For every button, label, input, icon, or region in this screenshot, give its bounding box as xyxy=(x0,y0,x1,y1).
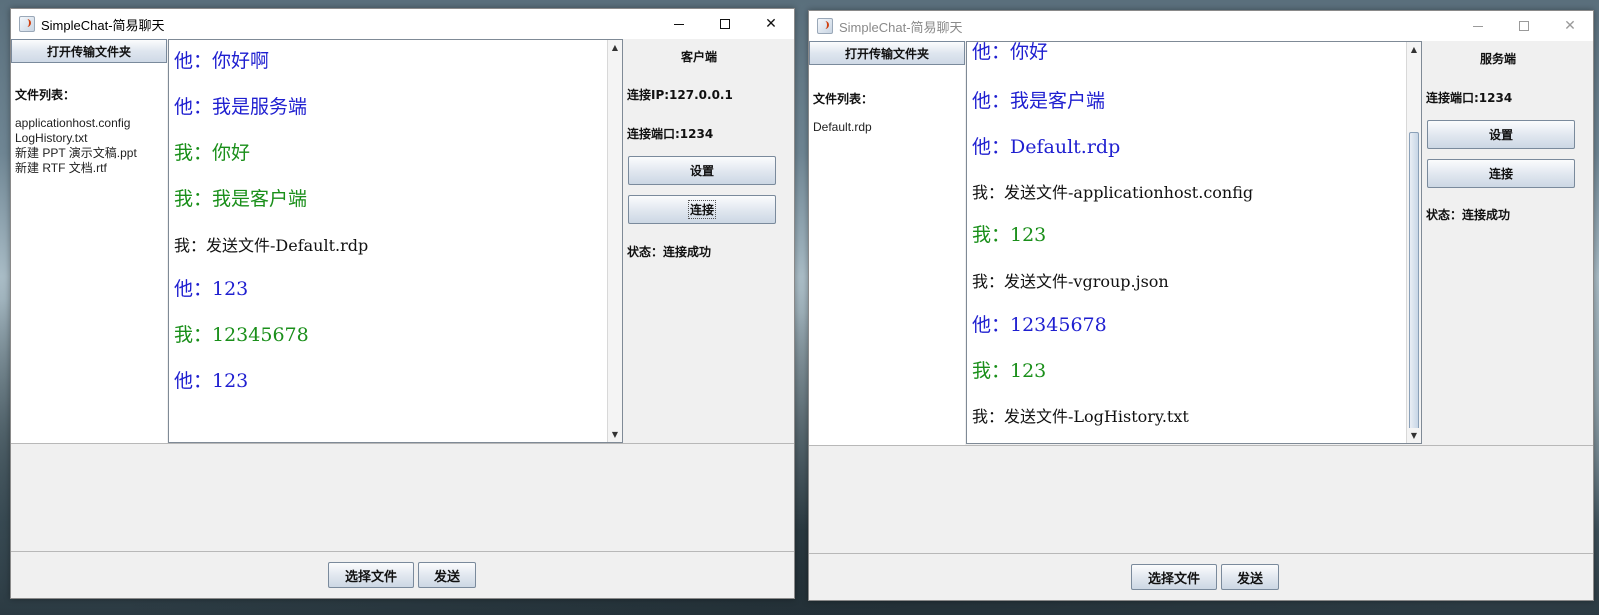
minimize-icon xyxy=(1473,25,1483,27)
status-label: 状态：连接成功 xyxy=(1426,208,1511,222)
chat-message: 他：你好 xyxy=(972,41,1049,63)
message-input[interactable] xyxy=(11,443,794,552)
close-button[interactable]: ✕ xyxy=(748,9,794,39)
close-icon: ✕ xyxy=(1564,18,1576,34)
role-title: 服务端 xyxy=(1480,52,1517,66)
chat-message: 他：123 xyxy=(174,370,249,392)
chat-message: 我：发送文件-Default.rdp xyxy=(174,236,369,255)
choose-file-button[interactable]: 选择文件 xyxy=(328,562,414,588)
chat-message: 他：12345678 xyxy=(972,314,1107,336)
scroll-thumb[interactable] xyxy=(1409,132,1419,430)
connection-panel: 客户端 连接IP:127.0.0.1 连接端口:1234 设置 连接 状态：连接… xyxy=(625,39,793,443)
open-folder-button[interactable]: 打开传输文件夹 xyxy=(809,41,965,65)
send-button[interactable]: 发送 xyxy=(418,562,476,588)
file-list-item[interactable]: applicationhost.config xyxy=(15,116,137,131)
chat-message: 我：发送文件-applicationhost.config xyxy=(972,183,1254,202)
scroll-up-icon[interactable]: ▲ xyxy=(1407,42,1421,57)
ip-label: 连接IP:127.0.0.1 xyxy=(627,88,733,102)
chat-message: 他：我是客户端 xyxy=(972,90,1106,112)
bottom-bar: 选择文件 发送 xyxy=(809,554,1593,600)
file-list-item[interactable]: 新建 RTF 文档.rtf xyxy=(15,161,137,176)
chat-message: 我：123 xyxy=(972,224,1047,246)
connect-button[interactable]: 连接 xyxy=(1427,159,1575,188)
file-list: applicationhost.config LogHistory.txt 新建… xyxy=(15,116,137,176)
connection-panel: 服务端 连接端口:1234 设置 连接 状态：连接成功 xyxy=(1424,41,1592,444)
file-list-item[interactable]: 新建 PPT 演示文稿.ppt xyxy=(15,146,137,161)
maximize-button[interactable] xyxy=(702,9,748,39)
scroll-down-icon[interactable]: ▼ xyxy=(1407,428,1421,443)
scroll-down-icon[interactable]: ▼ xyxy=(608,427,622,442)
chat-message: 我：123 xyxy=(972,360,1047,382)
server-titlebar[interactable]: SimpleChat-简易聊天 ✕ xyxy=(809,11,1593,41)
client-window: SimpleChat-简易聊天 ✕ 打开传输文件夹 文件列表： applicat… xyxy=(10,8,795,599)
scroll-up-icon[interactable]: ▲ xyxy=(608,40,622,55)
connect-button-label: 连接 xyxy=(687,200,716,219)
choose-file-button[interactable]: 选择文件 xyxy=(1131,564,1217,590)
close-icon: ✕ xyxy=(765,16,777,32)
minimize-button[interactable] xyxy=(1455,11,1501,41)
maximize-icon xyxy=(1519,21,1529,31)
chat-message: 他：我是服务端 xyxy=(174,96,308,118)
file-panel: 打开传输文件夹 文件列表： applicationhost.config Log… xyxy=(11,39,167,443)
close-button[interactable]: ✕ xyxy=(1547,11,1593,41)
chat-message: 我：发送文件-vgroup.json xyxy=(972,272,1169,291)
file-panel: 打开传输文件夹 文件列表： Default.rdp xyxy=(809,41,965,445)
chat-scrollbar[interactable]: ▲ ▼ xyxy=(607,40,622,442)
settings-button[interactable]: 设置 xyxy=(628,156,776,185)
minimize-icon xyxy=(674,23,684,25)
server-window: SimpleChat-简易聊天 ✕ 打开传输文件夹 文件列表： Default.… xyxy=(808,10,1594,601)
bottom-bar: 选择文件 发送 xyxy=(11,552,794,598)
chat-message: 我：你好 xyxy=(174,142,251,164)
file-list-item[interactable]: Default.rdp xyxy=(813,120,872,135)
settings-button-label: 设置 xyxy=(1488,128,1513,142)
file-list: Default.rdp xyxy=(813,120,872,135)
chat-scrollbar[interactable]: ▲ ▼ xyxy=(1406,42,1421,443)
maximize-button[interactable] xyxy=(1501,11,1547,41)
chat-message: 他：123 xyxy=(174,278,249,300)
chat-message: 我：我是客户端 xyxy=(174,188,308,210)
chat-message: 他：Default.rdp xyxy=(972,136,1121,158)
settings-button-label: 设置 xyxy=(689,164,714,178)
window-title: SimpleChat-简易聊天 xyxy=(839,19,963,35)
window-title: SimpleChat-简易聊天 xyxy=(41,17,165,33)
chat-history[interactable]: 他：你好 他：我是客户端 他：Default.rdp 我：发送文件-applic… xyxy=(966,41,1422,444)
chat-message: 我：发送文件-LogHistory.txt xyxy=(972,407,1189,426)
file-list-label: 文件列表： xyxy=(813,92,874,106)
java-cup-icon xyxy=(19,16,35,32)
java-cup-icon xyxy=(817,18,833,34)
settings-button[interactable]: 设置 xyxy=(1427,120,1575,149)
connect-button[interactable]: 连接 xyxy=(628,195,776,224)
role-title: 客户端 xyxy=(681,50,718,64)
port-label: 连接端口:1234 xyxy=(1426,91,1513,105)
send-button[interactable]: 发送 xyxy=(1221,564,1279,590)
file-list-item[interactable]: LogHistory.txt xyxy=(15,131,137,146)
client-titlebar[interactable]: SimpleChat-简易聊天 ✕ xyxy=(11,9,794,39)
minimize-button[interactable] xyxy=(656,9,702,39)
message-input[interactable] xyxy=(809,445,1593,554)
maximize-icon xyxy=(720,19,730,29)
file-list-label: 文件列表： xyxy=(15,88,76,102)
port-label: 连接端口:1234 xyxy=(627,127,714,141)
chat-message: 我：12345678 xyxy=(174,324,309,346)
connect-button-label: 连接 xyxy=(1488,167,1513,181)
chat-message: 他：你好啊 xyxy=(174,50,270,72)
open-folder-button[interactable]: 打开传输文件夹 xyxy=(11,39,167,63)
status-label: 状态：连接成功 xyxy=(627,245,712,259)
chat-history[interactable]: 他：你好啊 他：我是服务端 我：你好 我：我是客户端 我：发送文件-Defaul… xyxy=(168,39,623,443)
